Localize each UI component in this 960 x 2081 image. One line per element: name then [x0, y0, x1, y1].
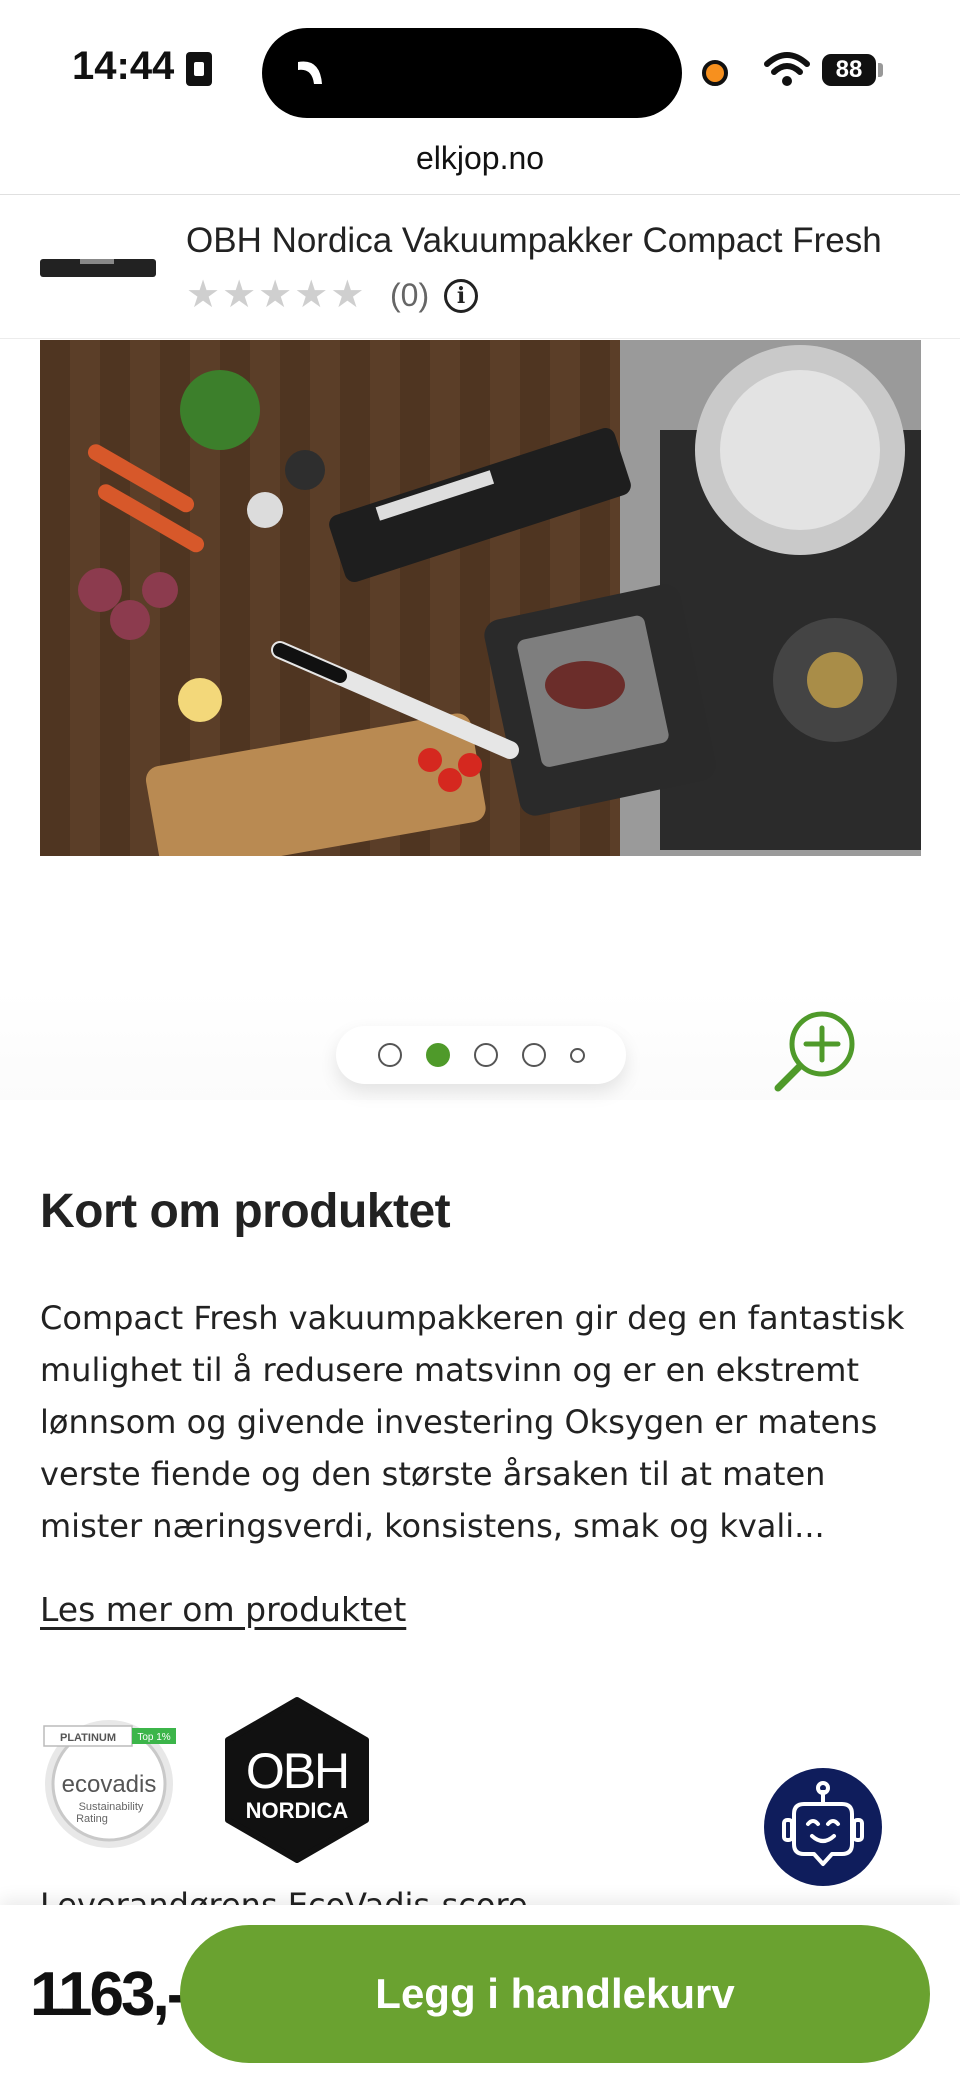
add-to-cart-button[interactable]: Legg i handlekurv [180, 1925, 930, 2063]
address-bar[interactable]: elkjop.no [0, 140, 960, 177]
zoom-in-icon[interactable] [770, 1008, 860, 1094]
carousel-dot[interactable] [521, 1043, 546, 1067]
dynamic-island [262, 28, 682, 118]
ecovadis-brand: ecovadis [62, 1771, 157, 1798]
brand-logo[interactable]: OBH NORDICA [222, 1696, 372, 1864]
clock: 14:44 [72, 44, 175, 88]
carousel-dot[interactable] [377, 1043, 402, 1067]
kitchen-photo [40, 340, 921, 856]
purchase-bar: 1163,- Legg i handlekurv [0, 1905, 960, 2081]
product-image[interactable] [40, 340, 921, 856]
status-bar: 14:44 88 elkjop.no [0, 0, 960, 195]
brand-logo-text: OBH [245, 1743, 350, 1799]
star-icon: ★ [222, 272, 257, 316]
chat-assistant-button[interactable] [764, 1768, 882, 1886]
star-icon: ★ [294, 272, 329, 316]
product-thumbnail[interactable] [40, 255, 156, 279]
robot-icon [782, 1781, 864, 1866]
carousel-pagination [336, 1026, 626, 1084]
shazam-icon [298, 61, 322, 84]
star-icon: ★ [330, 272, 365, 316]
recording-indicator-icon [702, 60, 728, 86]
star-icon: ★ [258, 272, 293, 316]
battery-tip [878, 63, 883, 77]
section-heading: Kort om produktet [40, 1185, 451, 1238]
rating-stars[interactable]: ★ ★ ★ ★ ★ [186, 275, 364, 313]
product-description: Compact Fresh vakuumpakkeren gir deg en … [40, 1299, 905, 1545]
ecovadis-rank: Top 1% [137, 1732, 170, 1743]
sim-card-icon [186, 52, 212, 86]
carousel-dot[interactable] [569, 1047, 585, 1063]
product-summary-header: OBH Nordica Vakuumpakker Compact Fresh ★… [0, 195, 960, 339]
ecovadis-sub: Rating [76, 1813, 108, 1825]
wifi-icon [764, 52, 810, 86]
carousel-dot-active[interactable] [425, 1043, 450, 1067]
read-more-link[interactable]: Les mer om produktet [40, 1590, 406, 1629]
ecovadis-badge[interactable]: PLATINUM Top 1% ecovadis Sustainability … [40, 1712, 178, 1850]
star-icon: ★ [186, 272, 221, 316]
info-icon[interactable]: i [444, 279, 478, 313]
review-count[interactable]: (0) [390, 277, 429, 314]
carousel-dot[interactable] [473, 1043, 498, 1067]
ecovadis-tier: PLATINUM [60, 1732, 116, 1744]
product-title: OBH Nordica Vakuumpakker Compact Fresh [186, 221, 882, 260]
product-page: 14:44 88 elkjop.no OBH Nordica Vakuumpak… [0, 0, 960, 2081]
battery-icon: 88 [822, 54, 876, 86]
ecovadis-sub: Sustainability [79, 1801, 144, 1813]
brand-logo-subtext: NORDICA [245, 1798, 349, 1823]
product-price: 1163,- [30, 1960, 187, 2029]
